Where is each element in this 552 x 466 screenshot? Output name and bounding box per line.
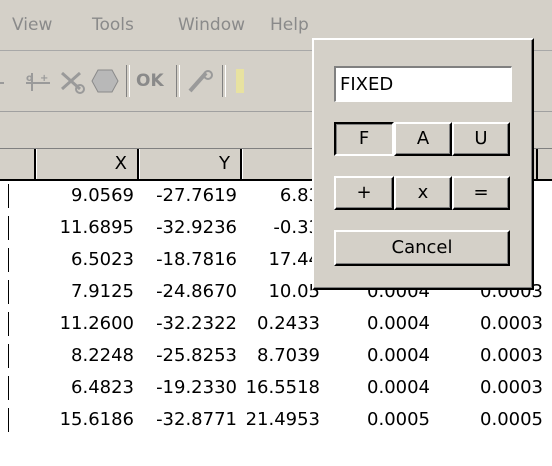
format-f-button[interactable]: F — [334, 122, 394, 156]
table-cell[interactable]: 0.0004 — [330, 340, 430, 372]
table-cell[interactable]: 0.0005 — [330, 404, 430, 436]
row-header-cell[interactable] — [0, 312, 9, 336]
column-divider — [536, 149, 538, 179]
equals-button[interactable]: = — [452, 176, 510, 210]
table-cell[interactable]: 6.5023 — [34, 244, 134, 276]
format-u-button[interactable]: U — [452, 122, 510, 156]
table-cell[interactable]: 16.5518 — [220, 372, 320, 404]
menu-help[interactable]: Help — [270, 14, 309, 36]
erase-shape-icon[interactable] — [90, 67, 120, 95]
table-cell[interactable]: -0.33 — [220, 212, 320, 244]
table-cell[interactable]: 0.0003 — [443, 308, 543, 340]
plus-button[interactable]: + — [334, 176, 394, 210]
cancel-button[interactable]: Cancel — [334, 230, 510, 266]
column-header-y[interactable]: Y — [139, 149, 242, 179]
table-cell[interactable]: 8.2248 — [34, 340, 134, 372]
row-header-column — [0, 149, 36, 179]
table-cell[interactable]: 17.44 — [220, 244, 320, 276]
ok-button[interactable]: OK — [136, 67, 164, 95]
table-cell[interactable]: 0.0004 — [330, 308, 430, 340]
column-header-z[interactable] — [242, 149, 322, 179]
toolbar-separator — [222, 65, 226, 97]
table-cell[interactable]: 21.4953 — [220, 404, 320, 436]
table-cell[interactable]: 10.05 — [220, 276, 320, 308]
cut-scissors-icon[interactable] — [58, 67, 86, 95]
toolbar-separator — [126, 65, 130, 97]
format-dialog: F A U + x = Cancel — [312, 38, 534, 290]
row-header-cell[interactable] — [0, 280, 9, 304]
table-cell[interactable]: 8.7039 — [220, 340, 320, 372]
row-header-cell[interactable] — [0, 184, 9, 208]
row-header-cell[interactable] — [0, 408, 9, 432]
table-cell[interactable]: 7.9125 — [34, 276, 134, 308]
row-header-cell[interactable] — [0, 248, 9, 272]
row-header-cell[interactable] — [0, 216, 9, 240]
table-cell[interactable]: 15.6186 — [34, 404, 134, 436]
table-cell[interactable]: 0.2433 — [220, 308, 320, 340]
dash-icon[interactable] — [0, 73, 6, 101]
row-header-cell[interactable] — [0, 344, 9, 368]
highlight-marker-icon[interactable] — [236, 69, 244, 93]
table-cell[interactable]: 11.2600 — [34, 308, 134, 340]
table-cell[interactable]: 11.6895 — [34, 212, 134, 244]
table-cell[interactable]: 0.0003 — [443, 372, 543, 404]
multiply-button[interactable]: x — [394, 176, 452, 210]
table-cell[interactable]: 6.83 — [220, 180, 320, 212]
menu-tools[interactable]: Tools — [92, 14, 134, 36]
toolbar-separator — [176, 65, 180, 97]
table-cell[interactable]: 9.0569 — [34, 180, 134, 212]
table-row: 11.2600 -32.2322 0.2433 0.0004 0.0003 — [0, 308, 552, 340]
coordinate-axis-icon[interactable]: o + — [24, 67, 54, 95]
table-row: 8.2248 -25.8253 8.7039 0.0004 0.0003 — [0, 340, 552, 372]
format-input[interactable] — [334, 66, 512, 102]
table-cell[interactable]: 0.0003 — [443, 340, 543, 372]
menu-view[interactable]: View — [12, 14, 52, 36]
edit-pen-icon[interactable] — [186, 67, 216, 95]
table-row: 15.6186 -32.8771 21.4953 0.0005 0.0005 — [0, 404, 552, 436]
format-a-button[interactable]: A — [394, 122, 452, 156]
ok-label: OK — [136, 71, 164, 91]
table-row: 6.4823 -19.2330 16.5518 0.0004 0.0003 — [0, 372, 552, 404]
column-header-x[interactable]: X — [36, 149, 139, 179]
table-cell[interactable]: 0.0005 — [443, 404, 543, 436]
table-cell[interactable]: 0.0004 — [330, 372, 430, 404]
row-header-cell[interactable] — [0, 376, 9, 400]
svg-text:+: + — [40, 73, 48, 84]
menu-window[interactable]: Window — [178, 14, 245, 36]
table-cell[interactable]: 6.4823 — [34, 372, 134, 404]
